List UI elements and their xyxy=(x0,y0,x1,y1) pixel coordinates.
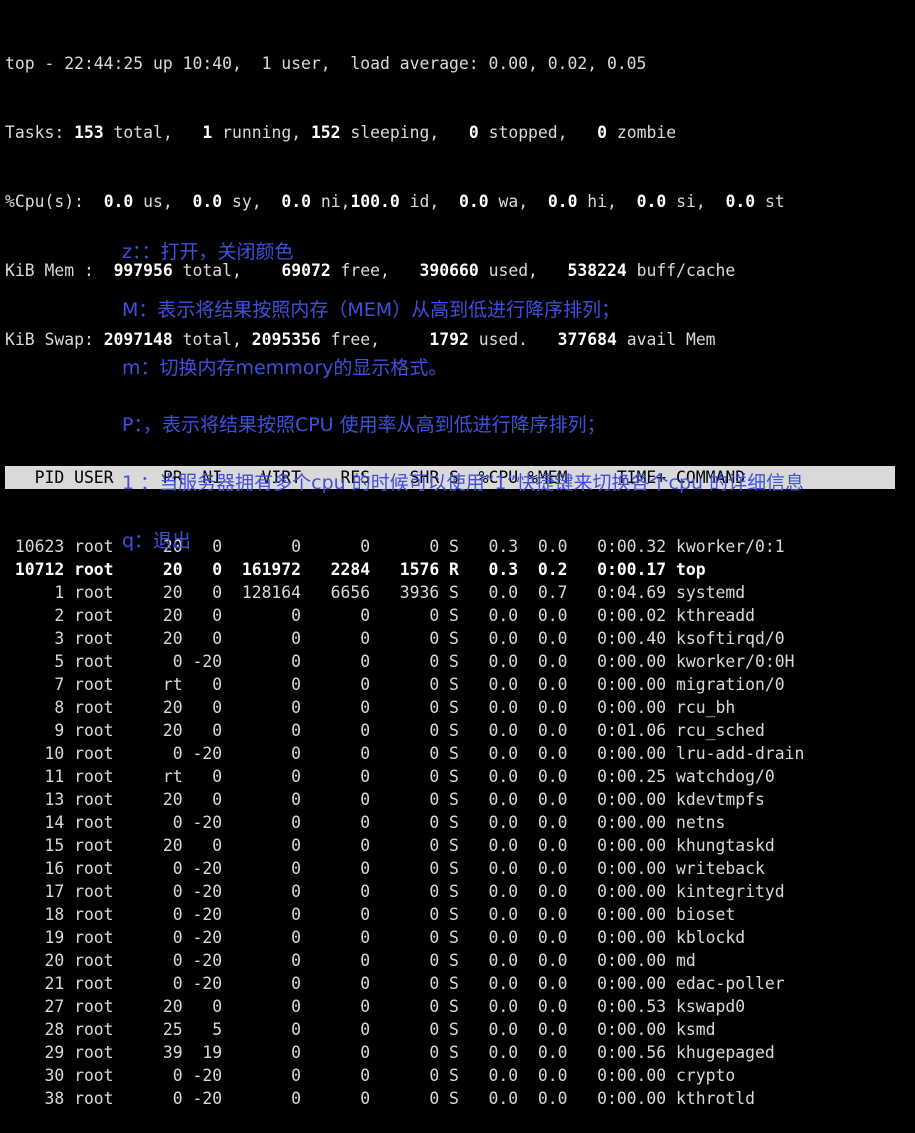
process-row-rcu-sched: 9 root 20 0 0 0 0 S 0.0 0.0 0:01.06 rcu_… xyxy=(5,721,765,740)
tasks-line: Tasks: 153 total, 1 running, 152 sleepin… xyxy=(5,123,677,142)
process-row-kthrotld: 38 root 0 -20 0 0 0 S 0.0 0.0 0:00.00 kt… xyxy=(5,1089,755,1108)
process-row-writeback: 16 root 0 -20 0 0 0 S 0.0 0.0 0:00.00 wr… xyxy=(5,859,765,878)
process-row-lru-add-drain: 10 root 0 -20 0 0 0 S 0.0 0.0 0:00.00 lr… xyxy=(5,744,805,763)
process-row-systemd: 1 root 20 0 128164 6656 3936 S 0.0 0.7 0… xyxy=(5,583,746,602)
process-row-kthreadd: 2 root 20 0 0 0 0 S 0.0 0.0 0:00.02 kthr… xyxy=(5,606,755,625)
cpu-line: %Cpu(s): 0.0 us, 0.0 sy, 0.0 ni,100.0 id… xyxy=(5,192,785,211)
process-row-md: 20 root 0 -20 0 0 0 S 0.0 0.0 0:00.00 md xyxy=(5,951,696,970)
process-row-ksmd: 28 root 25 5 0 0 0 S 0.0 0.0 0:00.00 ksm… xyxy=(5,1020,716,1039)
process-row-migration-0: 7 root rt 0 0 0 0 S 0.0 0.0 0:00.00 migr… xyxy=(5,675,785,694)
swap-line: KiB Swap: 2097148 total, 2095356 free, 1… xyxy=(5,330,716,349)
process-row-watchdog-0: 11 root rt 0 0 0 0 S 0.0 0.0 0:00.25 wat… xyxy=(5,767,775,786)
process-row-kworker-0-0h: 5 root 0 -20 0 0 0 S 0.0 0.0 0:00.00 kwo… xyxy=(5,652,795,671)
process-row-kintegrityd: 17 root 0 -20 0 0 0 S 0.0 0.0 0:00.00 ki… xyxy=(5,882,785,901)
process-row-bioset: 18 root 0 -20 0 0 0 S 0.0 0.0 0:00.00 bi… xyxy=(5,905,736,924)
process-row-kworker-0-1: 10623 root 20 0 0 0 0 S 0.3 0.0 0:00.32 … xyxy=(5,537,785,556)
process-row-kdevtmpfs: 13 root 20 0 0 0 0 S 0.0 0.0 0:00.00 kde… xyxy=(5,790,765,809)
process-row-khungtaskd: 15 root 20 0 0 0 0 S 0.0 0.0 0:00.00 khu… xyxy=(5,836,775,855)
process-row-ksoftirqd-0: 3 root 20 0 0 0 0 S 0.0 0.0 0:00.40 ksof… xyxy=(5,629,785,648)
process-row-rcu-bh: 8 root 20 0 0 0 0 S 0.0 0.0 0:00.00 rcu_… xyxy=(5,698,736,717)
process-row-crypto: 30 root 0 -20 0 0 0 S 0.0 0.0 0:00.00 cr… xyxy=(5,1066,736,1085)
process-row-khugepaged: 29 root 39 19 0 0 0 S 0.0 0.0 0:00.56 kh… xyxy=(5,1043,775,1062)
process-row-netns: 14 root 0 -20 0 0 0 S 0.0 0.0 0:00.00 ne… xyxy=(5,813,726,832)
process-table-header: PID USER PR NI VIRT RES SHR S %CPU %MEM … xyxy=(5,466,895,489)
process-row-kswapd0: 27 root 20 0 0 0 0 S 0.0 0.0 0:00.53 ksw… xyxy=(5,997,746,1016)
terminal: top - 22:44:25 up 10:40, 1 user, load av… xyxy=(5,6,895,1133)
uptime-line: top - 22:44:25 up 10:40, 1 user, load av… xyxy=(5,54,647,73)
process-row-kblockd: 19 root 0 -20 0 0 0 S 0.0 0.0 0:00.00 kb… xyxy=(5,928,746,947)
process-table-body: 10623 root 20 0 0 0 0 S 0.3 0.0 0:00.32 … xyxy=(5,535,895,1110)
mem-line: KiB Mem : 997956 total, 69072 free, 3906… xyxy=(5,261,736,280)
process-row-top: 10712 root 20 0 161972 2284 1576 R 0.3 0… xyxy=(5,560,706,579)
process-row-edac-poller: 21 root 0 -20 0 0 0 S 0.0 0.0 0:00.00 ed… xyxy=(5,974,785,993)
